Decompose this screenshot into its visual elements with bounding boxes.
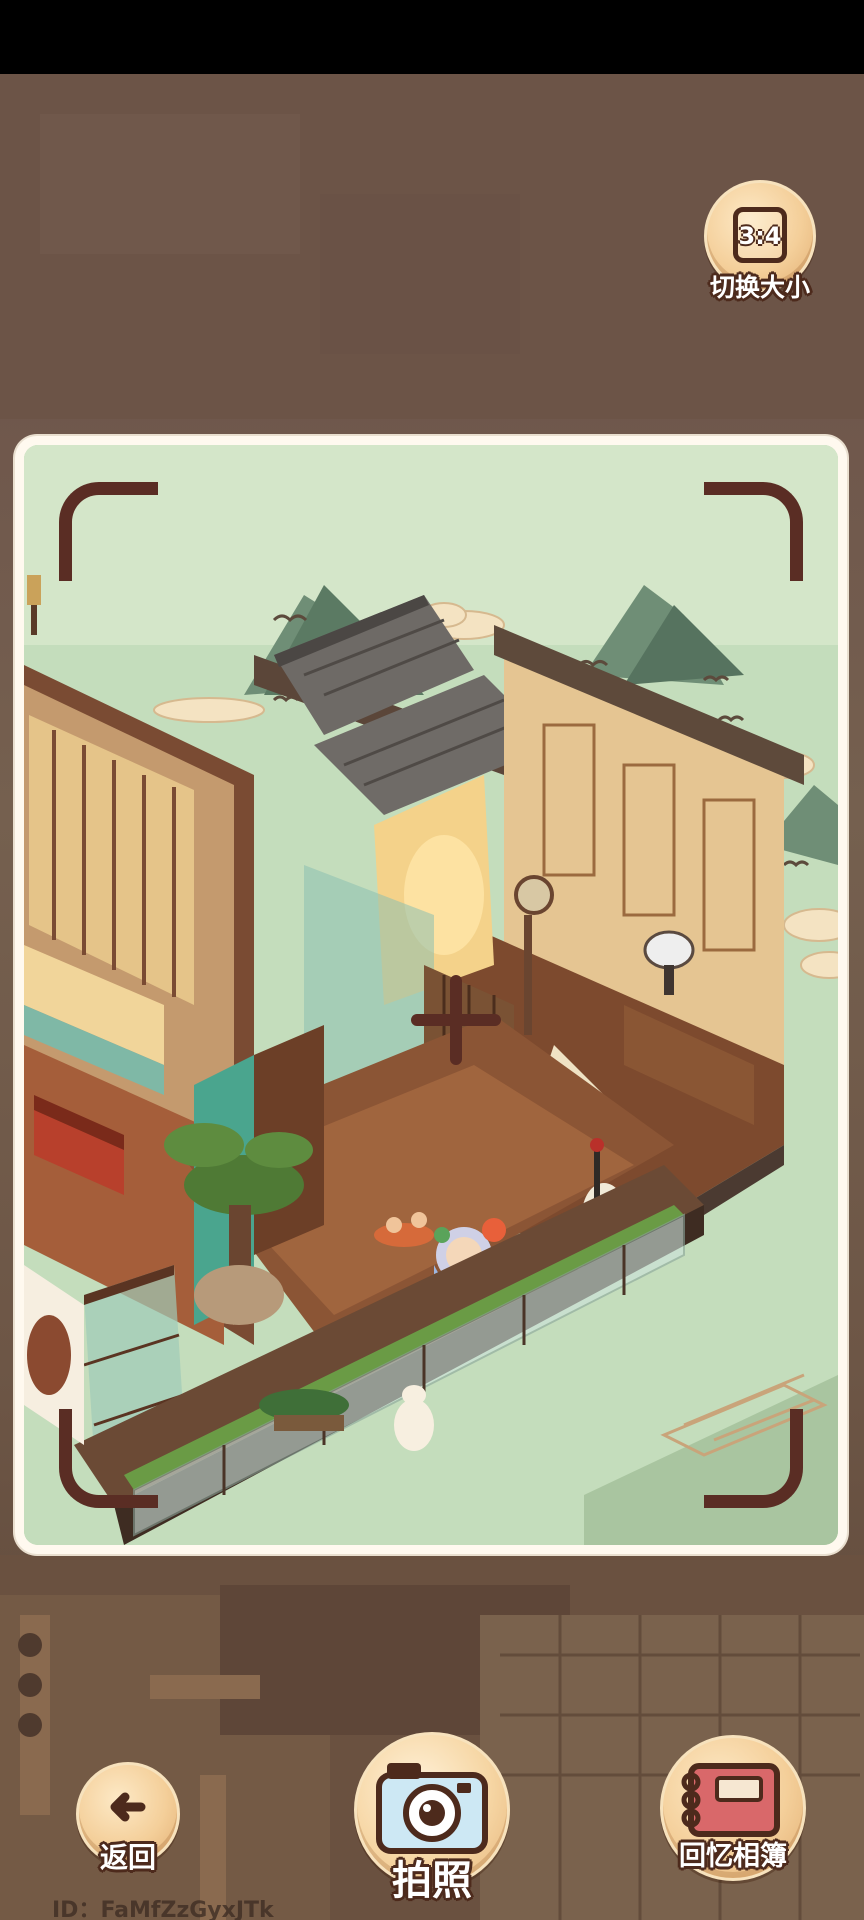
crosshair-icon <box>411 975 501 1065</box>
camera-viewport[interactable] <box>24 445 838 1545</box>
frame-corner-top-left <box>59 482 158 581</box>
take-photo-label: 拍照 <box>392 1858 472 1904</box>
player-id: ID：FaMfZzGyxJTk <box>52 1898 274 1920</box>
switch-size-label: 切换大小 <box>709 273 810 302</box>
frame-corner-bottom-right <box>704 1409 803 1508</box>
ratio-value: 3:4 <box>738 222 782 250</box>
back-label: 返回 <box>99 1841 156 1874</box>
photo-mode-screen: 3:4 切换大小 返回 拍照 回忆相簿 ID：FaMfZzGyxJTk <box>0 0 864 1920</box>
aspect-ratio-frame-icon: 3:4 <box>733 207 787 263</box>
status-bar <box>0 0 864 74</box>
frame-corner-top-right <box>704 482 803 581</box>
photo-frame <box>15 436 847 1554</box>
memory-album-label: 回忆相簿 <box>679 1841 787 1872</box>
frame-corner-bottom-left <box>59 1409 158 1508</box>
